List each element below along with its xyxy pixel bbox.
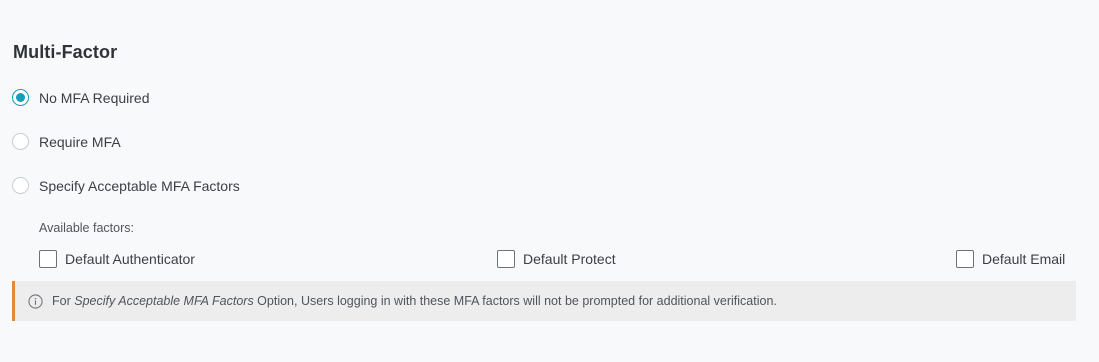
radio-button[interactable]: [12, 177, 29, 194]
checkbox-label: Default Email: [982, 251, 1066, 267]
factor-default-authenticator[interactable]: Default Authenticator: [39, 250, 195, 268]
checkbox-default-protect[interactable]: [497, 250, 515, 268]
radio-button[interactable]: [12, 133, 29, 150]
section-title: Multi-Factor: [13, 42, 118, 62]
radio-no-mfa-required[interactable]: No MFA Required: [12, 89, 150, 106]
radio-require-mfa[interactable]: Require MFA: [12, 133, 121, 150]
info-emphasis: Specify Acceptable MFA Factors: [74, 294, 254, 308]
info-message: For Specify Acceptable MFA Factors Optio…: [52, 294, 777, 308]
available-factors-label: Available factors:: [39, 221, 134, 235]
radio-specify-acceptable-factors[interactable]: Specify Acceptable MFA Factors: [12, 177, 240, 194]
info-icon: [28, 293, 43, 309]
checkbox-label: Default Protect: [523, 251, 616, 267]
info-banner: For Specify Acceptable MFA Factors Optio…: [12, 281, 1076, 321]
checkbox-label: Default Authenticator: [65, 251, 195, 267]
info-prefix: For: [52, 294, 75, 308]
radio-label-no-mfa-required: No MFA Required: [39, 89, 150, 106]
checkbox-default-email[interactable]: [956, 250, 974, 268]
radio-label-require-mfa: Require MFA: [39, 133, 121, 150]
checkbox-default-authenticator[interactable]: [39, 250, 57, 268]
factor-default-email[interactable]: Default Email: [956, 250, 1065, 268]
radio-button-selected[interactable]: [12, 89, 29, 106]
radio-label-specify-acceptable-factors: Specify Acceptable MFA Factors: [39, 177, 240, 194]
info-suffix: Option, Users logging in with these MFA …: [253, 294, 777, 308]
factor-default-protect[interactable]: Default Protect: [497, 250, 616, 268]
